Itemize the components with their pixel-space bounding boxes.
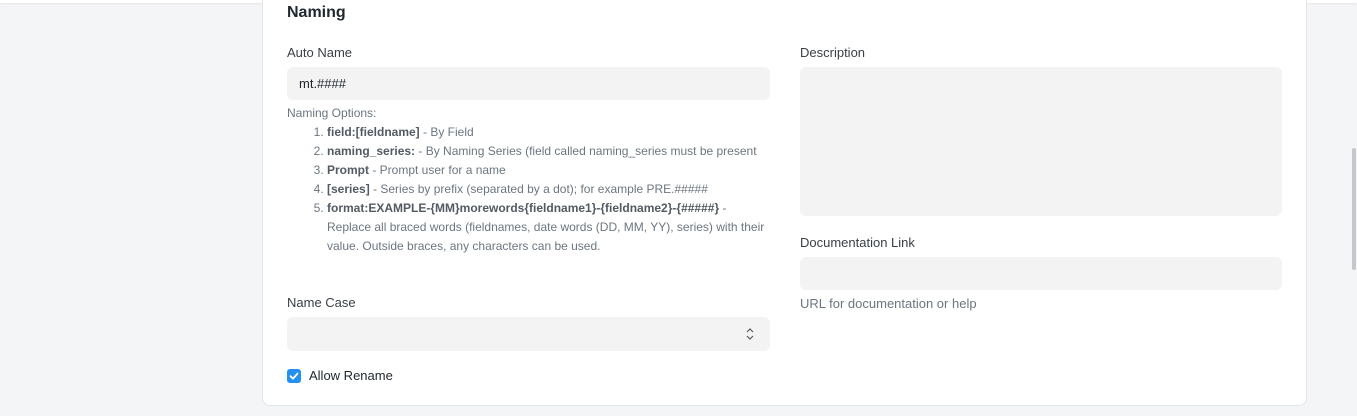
list-item: field:[fieldname] - By Field xyxy=(327,123,770,142)
page-scrollbar[interactable] xyxy=(1352,148,1356,270)
allow-rename-label[interactable]: Allow Rename xyxy=(309,368,393,383)
option-keyword: field:[fieldname] xyxy=(327,125,420,139)
list-item: format:EXAMPLE-{MM}morewords{fieldname1}… xyxy=(327,199,770,256)
list-item: naming_series: - By Naming Series (field… xyxy=(327,142,770,161)
allow-rename-checkbox[interactable] xyxy=(287,369,301,383)
name-case-select[interactable] xyxy=(287,317,770,351)
documentation-link-label: Documentation Link xyxy=(800,235,915,250)
auto-name-input[interactable] xyxy=(287,67,770,100)
documentation-link-input[interactable] xyxy=(800,257,1282,290)
section-title: Naming xyxy=(287,4,346,21)
naming-options-help: Naming Options: field:[fieldname] - By F… xyxy=(287,104,770,256)
check-icon xyxy=(289,372,299,380)
name-case-label: Name Case xyxy=(287,295,356,310)
option-text: - By Naming Series (field called naming_… xyxy=(415,144,757,158)
naming-options-list: field:[fieldname] - By Field naming_seri… xyxy=(287,123,770,256)
list-item: [series] - Series by prefix (separated b… xyxy=(327,180,770,199)
select-arrows-icon xyxy=(746,328,754,340)
option-text: - By Field xyxy=(419,125,474,139)
option-keyword: naming_series: xyxy=(327,144,416,158)
option-keyword: format:EXAMPLE-{MM}morewords{fieldname1}… xyxy=(327,201,720,215)
option-keyword: Prompt xyxy=(327,163,369,177)
option-keyword: [series] xyxy=(327,182,370,196)
option-text: - Series by prefix (separated by a dot);… xyxy=(369,182,708,196)
documentation-link-help: URL for documentation or help xyxy=(800,296,977,311)
description-textarea[interactable] xyxy=(800,67,1282,216)
list-item: Prompt - Prompt user for a name xyxy=(327,161,770,180)
option-text: - Prompt user for a name xyxy=(369,163,506,177)
naming-options-heading: Naming Options: xyxy=(287,106,377,120)
description-label: Description xyxy=(800,45,866,60)
auto-name-label: Auto Name xyxy=(287,45,353,60)
